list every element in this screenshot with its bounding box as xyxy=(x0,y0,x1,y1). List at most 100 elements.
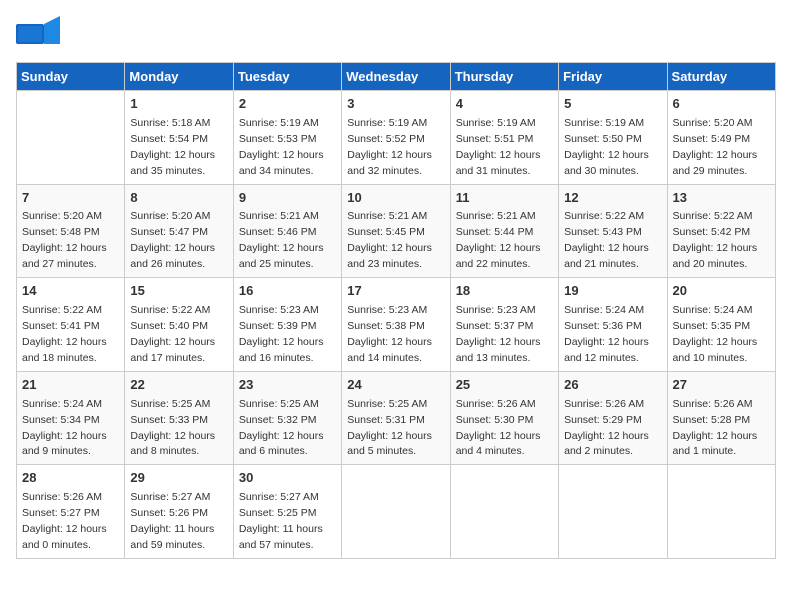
calendar-cell: 3 Sunrise: 5:19 AM Sunset: 5:52 PM Daylig… xyxy=(342,91,450,185)
day-header-tuesday: Tuesday xyxy=(233,63,341,91)
calendar-cell: 10 Sunrise: 5:21 AM Sunset: 5:45 PM Dayli… xyxy=(342,184,450,278)
day-info: Sunrise: 5:18 AM Sunset: 5:54 PM Dayligh… xyxy=(130,117,215,177)
day-info: Sunrise: 5:19 AM Sunset: 5:50 PM Dayligh… xyxy=(564,117,649,177)
day-number: 13 xyxy=(673,189,770,208)
calendar-cell: 15 Sunrise: 5:22 AM Sunset: 5:40 PM Dayli… xyxy=(125,278,233,372)
day-header-friday: Friday xyxy=(559,63,667,91)
calendar-cell: 27Sunrise: 5:26 AM Sunset: 5:28 PM Dayli… xyxy=(667,371,775,465)
calendar-body: 1 Sunrise: 5:18 AM Sunset: 5:54 PM Daylig… xyxy=(17,91,776,559)
day-info: Sunrise: 5:24 AM Sunset: 5:34 PM Dayligh… xyxy=(22,398,107,458)
day-number: 24 xyxy=(347,376,444,395)
calendar-cell: 12 Sunrise: 5:22 AM Sunset: 5:43 PM Dayli… xyxy=(559,184,667,278)
day-info: Sunrise: 5:25 AM Sunset: 5:33 PM Dayligh… xyxy=(130,398,215,458)
calendar-cell: 5 Sunrise: 5:19 AM Sunset: 5:50 PM Daylig… xyxy=(559,91,667,185)
day-info: Sunrise: 5:22 AM Sunset: 5:40 PM Dayligh… xyxy=(130,304,215,364)
day-number: 18 xyxy=(456,282,553,301)
day-header-sunday: Sunday xyxy=(17,63,125,91)
day-number: 22 xyxy=(130,376,227,395)
day-number: 6 xyxy=(673,95,770,114)
day-info: Sunrise: 5:19 AM Sunset: 5:52 PM Dayligh… xyxy=(347,117,432,177)
day-number: 17 xyxy=(347,282,444,301)
day-number: 11 xyxy=(456,189,553,208)
calendar-cell xyxy=(559,465,667,559)
day-number: 3 xyxy=(347,95,444,114)
calendar-cell: 4 Sunrise: 5:19 AM Sunset: 5:51 PM Daylig… xyxy=(450,91,558,185)
day-info: Sunrise: 5:22 AM Sunset: 5:43 PM Dayligh… xyxy=(564,210,649,270)
calendar-cell: 1 Sunrise: 5:18 AM Sunset: 5:54 PM Daylig… xyxy=(125,91,233,185)
calendar-cell: 13 Sunrise: 5:22 AM Sunset: 5:42 PM Dayli… xyxy=(667,184,775,278)
day-number: 10 xyxy=(347,189,444,208)
day-number: 28 xyxy=(22,469,119,488)
day-number: 21 xyxy=(22,376,119,395)
day-info: Sunrise: 5:25 AM Sunset: 5:32 PM Dayligh… xyxy=(239,398,324,458)
calendar-cell: 21 Sunrise: 5:24 AM Sunset: 5:34 PM Dayli… xyxy=(17,371,125,465)
day-info: Sunrise: 5:24 AM Sunset: 5:36 PM Dayligh… xyxy=(564,304,649,364)
day-info: Sunrise: 5:21 AM Sunset: 5:45 PM Dayligh… xyxy=(347,210,432,270)
calendar-cell xyxy=(450,465,558,559)
day-number: 19 xyxy=(564,282,661,301)
calendar-cell: 16 Sunrise: 5:23 AM Sunset: 5:39 PM Dayli… xyxy=(233,278,341,372)
calendar-cell: 20 Sunrise: 5:24 AM Sunset: 5:35 PM Dayli… xyxy=(667,278,775,372)
day-info: Sunrise: 5:23 AM Sunset: 5:37 PM Dayligh… xyxy=(456,304,541,364)
day-number: 15 xyxy=(130,282,227,301)
calendar-cell: 9Sunrise: 5:21 AM Sunset: 5:46 PM Daylig… xyxy=(233,184,341,278)
calendar-cell xyxy=(342,465,450,559)
calendar-cell: 28 Sunrise: 5:26 AM Sunset: 5:27 PM Dayli… xyxy=(17,465,125,559)
calendar-cell: 24 Sunrise: 5:25 AM Sunset: 5:31 PM Dayli… xyxy=(342,371,450,465)
day-number: 14 xyxy=(22,282,119,301)
day-number: 26 xyxy=(564,376,661,395)
day-info: Sunrise: 5:20 AM Sunset: 5:48 PM Dayligh… xyxy=(22,210,107,270)
calendar-cell: 6 Sunrise: 5:20 AM Sunset: 5:49 PM Daylig… xyxy=(667,91,775,185)
day-header-saturday: Saturday xyxy=(667,63,775,91)
day-info: Sunrise: 5:21 AM Sunset: 5:46 PM Dayligh… xyxy=(239,210,324,270)
day-number: 4 xyxy=(456,95,553,114)
day-info: Sunrise: 5:19 AM Sunset: 5:53 PM Dayligh… xyxy=(239,117,324,177)
calendar-cell: 7 Sunrise: 5:20 AM Sunset: 5:48 PM Daylig… xyxy=(17,184,125,278)
calendar-cell: 19 Sunrise: 5:24 AM Sunset: 5:36 PM Dayli… xyxy=(559,278,667,372)
day-info: Sunrise: 5:21 AM Sunset: 5:44 PM Dayligh… xyxy=(456,210,541,270)
calendar-cell: 11 Sunrise: 5:21 AM Sunset: 5:44 PM Dayli… xyxy=(450,184,558,278)
logo-icon xyxy=(16,16,60,52)
header xyxy=(16,16,776,52)
day-header-monday: Monday xyxy=(125,63,233,91)
day-info: Sunrise: 5:26 AM Sunset: 5:30 PM Dayligh… xyxy=(456,398,541,458)
calendar-table: SundayMondayTuesdayWednesdayThursdayFrid… xyxy=(16,62,776,559)
calendar-cell: 26 Sunrise: 5:26 AM Sunset: 5:29 PM Dayli… xyxy=(559,371,667,465)
day-info: Sunrise: 5:19 AM Sunset: 5:51 PM Dayligh… xyxy=(456,117,541,177)
day-info: Sunrise: 5:20 AM Sunset: 5:49 PM Dayligh… xyxy=(673,117,758,177)
day-number: 27 xyxy=(673,376,770,395)
day-number: 12 xyxy=(564,189,661,208)
calendar-cell: 18 Sunrise: 5:23 AM Sunset: 5:37 PM Dayli… xyxy=(450,278,558,372)
calendar-cell: 29 Sunrise: 5:27 AM Sunset: 5:26 PM Dayli… xyxy=(125,465,233,559)
day-number: 29 xyxy=(130,469,227,488)
day-info: Sunrise: 5:27 AM Sunset: 5:25 PM Dayligh… xyxy=(239,491,323,551)
calendar-cell: 17 Sunrise: 5:23 AM Sunset: 5:38 PM Dayli… xyxy=(342,278,450,372)
calendar-cell: 8 Sunrise: 5:20 AM Sunset: 5:47 PM Daylig… xyxy=(125,184,233,278)
day-number: 1 xyxy=(130,95,227,114)
day-number: 7 xyxy=(22,189,119,208)
day-number: 8 xyxy=(130,189,227,208)
day-number: 30 xyxy=(239,469,336,488)
calendar-header: SundayMondayTuesdayWednesdayThursdayFrid… xyxy=(17,63,776,91)
day-info: Sunrise: 5:24 AM Sunset: 5:35 PM Dayligh… xyxy=(673,304,758,364)
day-info: Sunrise: 5:26 AM Sunset: 5:27 PM Dayligh… xyxy=(22,491,107,551)
day-number: 5 xyxy=(564,95,661,114)
calendar-cell xyxy=(17,91,125,185)
calendar-cell: 30 Sunrise: 5:27 AM Sunset: 5:25 PM Dayli… xyxy=(233,465,341,559)
day-number: 16 xyxy=(239,282,336,301)
day-info: Sunrise: 5:26 AM Sunset: 5:29 PM Dayligh… xyxy=(564,398,649,458)
day-info: Sunrise: 5:23 AM Sunset: 5:38 PM Dayligh… xyxy=(347,304,432,364)
calendar-cell xyxy=(667,465,775,559)
day-info: Sunrise: 5:22 AM Sunset: 5:42 PM Dayligh… xyxy=(673,210,758,270)
day-number: 2 xyxy=(239,95,336,114)
day-info: Sunrise: 5:23 AM Sunset: 5:39 PM Dayligh… xyxy=(239,304,324,364)
logo xyxy=(16,16,64,52)
calendar-cell: 14Sunrise: 5:22 AM Sunset: 5:41 PM Dayli… xyxy=(17,278,125,372)
calendar-cell: 22 Sunrise: 5:25 AM Sunset: 5:33 PM Dayli… xyxy=(125,371,233,465)
day-info: Sunrise: 5:20 AM Sunset: 5:47 PM Dayligh… xyxy=(130,210,215,270)
calendar-cell: 25Sunrise: 5:26 AM Sunset: 5:30 PM Dayli… xyxy=(450,371,558,465)
day-number: 23 xyxy=(239,376,336,395)
day-info: Sunrise: 5:27 AM Sunset: 5:26 PM Dayligh… xyxy=(130,491,214,551)
day-number: 20 xyxy=(673,282,770,301)
day-info: Sunrise: 5:25 AM Sunset: 5:31 PM Dayligh… xyxy=(347,398,432,458)
